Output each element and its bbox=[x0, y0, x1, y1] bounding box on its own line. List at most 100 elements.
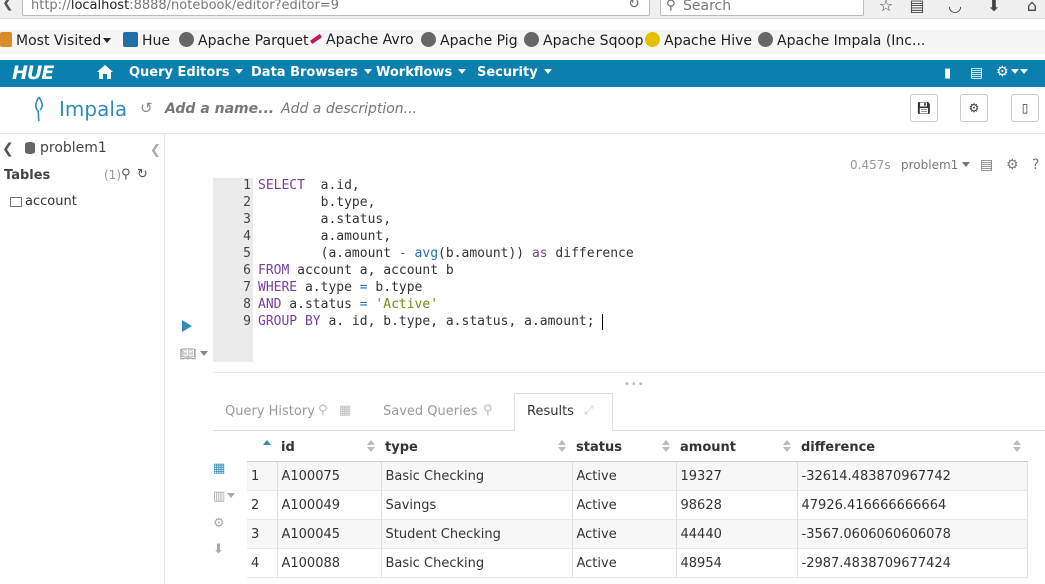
tab-query-history[interactable]: Query History bbox=[225, 404, 315, 419]
line-number: 1 bbox=[243, 178, 251, 193]
bookmark-most-visited[interactable]: Most Visited bbox=[0, 32, 112, 49]
collapse-panel-icon[interactable]: ❮ bbox=[150, 143, 161, 158]
editor-header bbox=[0, 87, 1045, 134]
table-browser-icon[interactable]: ▤ bbox=[970, 65, 983, 81]
refresh-icon[interactable]: ↻ bbox=[137, 167, 148, 182]
query-name-field[interactable]: Add a name... bbox=[165, 101, 274, 117]
column-header-difference[interactable]: difference bbox=[797, 433, 1027, 462]
download-icon[interactable]: ⬇ bbox=[984, 0, 1004, 15]
back-icon[interactable]: ❮ bbox=[2, 0, 14, 11]
nav-workflows[interactable]: Workflows bbox=[376, 65, 467, 80]
table-row[interactable]: 4 A100088 Basic Checking Active 48954 -2… bbox=[247, 548, 1028, 578]
column-header-status[interactable]: status bbox=[572, 433, 676, 462]
code-line[interactable]: AND a.status = 'Active' bbox=[258, 297, 438, 312]
search-icon: ⚲ bbox=[666, 0, 676, 13]
sort-icon bbox=[558, 447, 566, 452]
bookmark-apache-hive[interactable]: Apache Hive bbox=[645, 32, 752, 49]
snippet-database-select[interactable]: problem1 bbox=[901, 158, 971, 172]
nav-security[interactable]: Security bbox=[477, 65, 552, 80]
browser-search-input[interactable]: Search bbox=[660, 0, 864, 16]
column-header-amount[interactable]: amount bbox=[676, 433, 797, 462]
pocket-icon[interactable]: ◡ bbox=[945, 0, 965, 15]
calendar-icon[interactable]: ▦ bbox=[339, 403, 351, 418]
column-header-type[interactable]: type bbox=[381, 433, 572, 462]
code-line[interactable]: (a.amount - avg(b.amount)) as difference bbox=[258, 246, 634, 261]
bookmark-apache-pig[interactable]: Apache Pig bbox=[421, 32, 518, 49]
chevron-down-icon[interactable] bbox=[1020, 64, 1028, 80]
help-icon[interactable]: ? bbox=[1032, 157, 1039, 173]
bookmark-label: Most Visited bbox=[16, 33, 102, 49]
bookmark-star-icon[interactable]: ☆ bbox=[876, 0, 896, 15]
sort-icon bbox=[1013, 440, 1021, 445]
feather-icon bbox=[309, 33, 323, 45]
document-icon[interactable]: ▤ bbox=[980, 157, 993, 173]
cell-status: Active bbox=[572, 490, 677, 520]
code-line[interactable]: b.type, bbox=[258, 195, 376, 210]
code-line[interactable]: SELECT a.id, bbox=[258, 178, 360, 193]
chevron-down-icon bbox=[962, 162, 971, 167]
tab-saved-queries[interactable]: Saved Queries bbox=[383, 404, 478, 419]
sort-icon bbox=[367, 447, 375, 452]
reload-icon[interactable]: ↻ bbox=[624, 0, 644, 14]
back-chevron-icon[interactable]: ❮ bbox=[2, 141, 14, 157]
cell-difference: -2987.4838709677424 bbox=[797, 548, 1028, 578]
code-line[interactable]: a.amount, bbox=[258, 229, 391, 244]
nav-label: Workflows bbox=[376, 65, 453, 80]
book-icon[interactable]: 📖︎ bbox=[180, 347, 208, 362]
code-line[interactable]: WHERE a.type = b.type bbox=[258, 280, 422, 295]
expand-icon[interactable]: ⤢ bbox=[584, 403, 594, 418]
bookmark-label: Apache Parquet bbox=[198, 33, 309, 49]
home-icon[interactable] bbox=[96, 64, 114, 80]
cell-status: Active bbox=[572, 461, 677, 491]
save-button[interactable]: 💾︎ bbox=[910, 94, 938, 122]
tab-label: Saved Queries bbox=[383, 404, 478, 419]
column-label: amount bbox=[680, 439, 736, 455]
nav-data-browsers[interactable]: Data Browsers bbox=[251, 65, 373, 80]
history-icon[interactable]: ↺ bbox=[140, 99, 153, 117]
snippet-database-label: problem1 bbox=[901, 158, 959, 172]
table-row[interactable]: 2 A100049 Savings Active 98628 47926.416… bbox=[247, 490, 1028, 520]
code-line[interactable]: a.status, bbox=[258, 212, 391, 227]
tab-label: Query History bbox=[225, 404, 315, 419]
hue-logo[interactable]: HUE bbox=[12, 62, 54, 84]
code-line[interactable]: FROM account a, account b bbox=[258, 263, 454, 278]
resize-handle[interactable]: ••• bbox=[624, 379, 645, 390]
home-icon[interactable]: ⌂ bbox=[1022, 0, 1042, 15]
chart-view-icon[interactable]: ▥ bbox=[213, 489, 236, 504]
row-number-header[interactable] bbox=[247, 433, 277, 462]
cell-type: Savings bbox=[381, 490, 573, 520]
table-row[interactable]: 1 A100075 Basic Checking Active 19327 -3… bbox=[247, 461, 1028, 491]
code-line[interactable]: GROUP BY a. id, b.type, a.status, a.amou… bbox=[258, 314, 595, 329]
chevron-down-icon bbox=[103, 38, 112, 43]
session-settings-button[interactable]: ⚙ bbox=[960, 94, 988, 122]
search-icon[interactable]: ⚲ bbox=[483, 403, 493, 418]
table-row[interactable]: 3 A100045 Student Checking Active 44440 … bbox=[247, 519, 1028, 549]
query-description-field[interactable]: Add a description... bbox=[281, 101, 417, 117]
bookmark-hue[interactable]: Hue bbox=[123, 32, 170, 49]
bookmark-apache-sqoop[interactable]: Apache Sqoop bbox=[524, 32, 643, 49]
table-item-account[interactable]: account bbox=[25, 194, 77, 209]
editor-title: Impala bbox=[59, 97, 128, 121]
database-name[interactable]: problem1 bbox=[40, 140, 107, 156]
download-icon[interactable]: ⬇ bbox=[213, 542, 224, 557]
gear-icon[interactable]: ⚙ bbox=[1006, 157, 1019, 173]
tables-heading: Tables bbox=[4, 168, 51, 183]
grid-view-icon[interactable]: ▦ bbox=[213, 461, 225, 476]
search-icon[interactable]: ⚲ bbox=[318, 403, 328, 418]
reading-list-icon[interactable]: ▤ bbox=[907, 0, 927, 15]
editor-divider bbox=[213, 372, 1045, 373]
nav-query-editors[interactable]: Query Editors bbox=[129, 65, 244, 80]
search-icon[interactable]: ⚲ bbox=[121, 167, 131, 182]
bookmark-apache-parquet[interactable]: Apache Parquet bbox=[179, 32, 308, 49]
gear-icon[interactable]: ⚙ bbox=[213, 516, 225, 531]
bookmark-apache-avro[interactable]: Apache Avro bbox=[309, 32, 414, 48]
column-header-id[interactable]: id bbox=[277, 433, 381, 462]
new-query-button[interactable]: ▯ bbox=[1011, 94, 1039, 122]
cell-type: Basic Checking bbox=[381, 548, 573, 578]
run-icon[interactable] bbox=[182, 320, 192, 332]
settings-cogs-icon[interactable]: ⚙ bbox=[996, 64, 1019, 80]
bookmark-apache-impala[interactable]: Apache Impala (Inc... bbox=[758, 32, 925, 49]
url-bar[interactable]: http://localhost:8888/notebook/editor?ed… bbox=[22, 0, 650, 16]
documents-icon[interactable]: ▮ bbox=[944, 66, 951, 81]
cell-amount: 44440 bbox=[676, 519, 798, 549]
